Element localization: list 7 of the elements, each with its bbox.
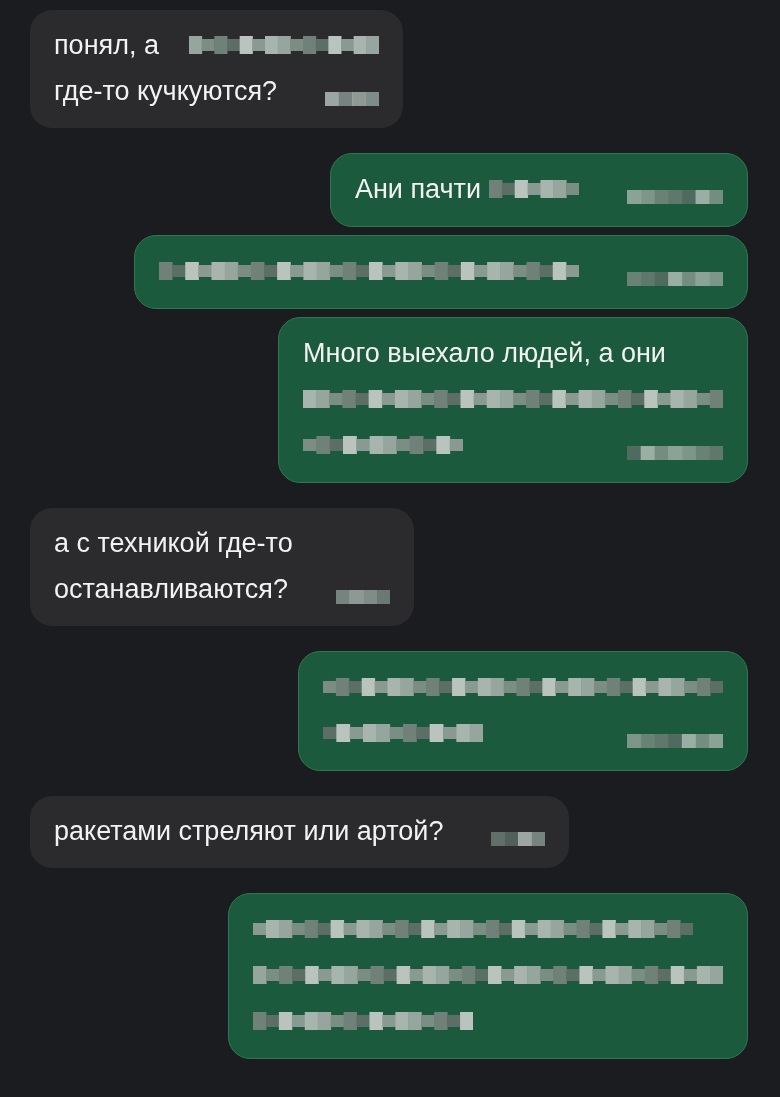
message-text: Много выехало людей, а они [303,337,666,369]
message-text: а с техникой где-то [54,527,293,559]
message-text: Ани пачти [354,173,481,205]
message-text: ракетами стреляют или артой? [54,815,444,847]
message-text: останавливаются? [54,573,288,605]
message-text: где-то кучкуются? [54,75,278,107]
message-text: понял, а [54,29,159,61]
